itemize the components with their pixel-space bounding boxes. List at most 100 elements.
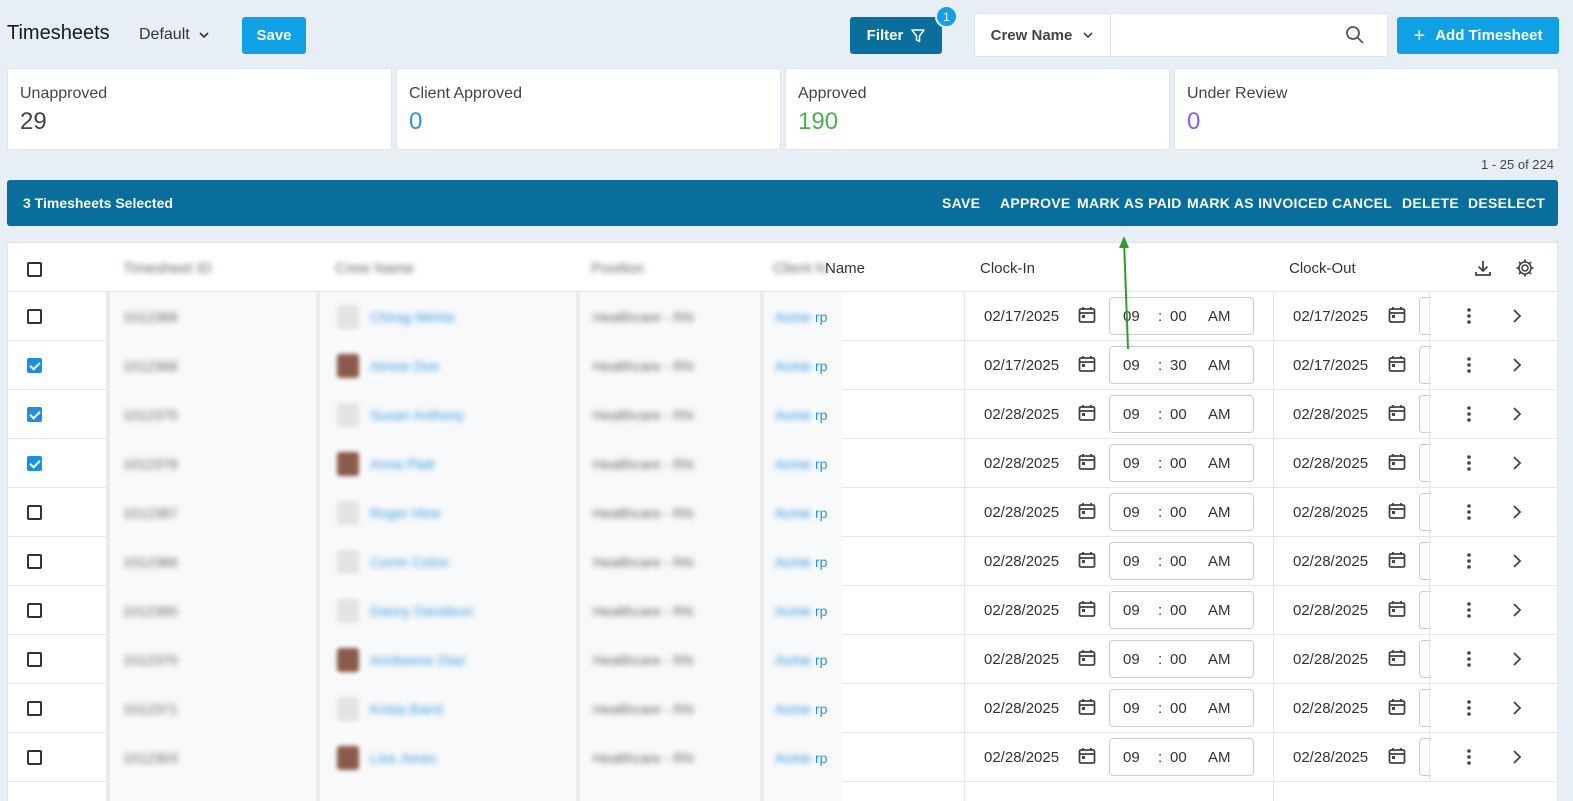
hour-field[interactable]: 09 [1123, 406, 1140, 423]
ampm-field[interactable]: AM [1208, 357, 1231, 374]
chevron-right-icon[interactable] [1507, 600, 1527, 620]
more-actions-icon[interactable] [1459, 649, 1479, 669]
row-checkbox[interactable] [27, 750, 42, 765]
clock-out-date[interactable]: 02/28/2025 [1293, 406, 1368, 423]
timesheet-id[interactable]: 1012387 [123, 505, 178, 521]
table-row[interactable]: 1012378 Anna Platt Healthcare - RN Acme … [8, 439, 1557, 488]
clock-in-date[interactable]: 02/28/2025 [984, 455, 1059, 472]
ampm-field[interactable]: AM [1208, 749, 1231, 766]
client-name-link[interactable]: Acme Corprp [775, 358, 827, 374]
chevron-right-icon[interactable] [1507, 453, 1527, 473]
clock-in-date[interactable]: 02/28/2025 [984, 553, 1059, 570]
chevron-right-icon[interactable] [1507, 355, 1527, 375]
timesheet-id[interactable]: 1012368 [123, 309, 178, 325]
row-checkbox[interactable] [27, 505, 42, 520]
mark-as-invoiced-button[interactable]: MARK AS INVOICED [1187, 195, 1328, 211]
client-name-link[interactable]: Acme Corprp [775, 309, 827, 325]
column-header-client-name[interactable]: Client NameName [773, 260, 865, 277]
clock-in-time-input[interactable]: 09 : 00 AM [1109, 591, 1254, 629]
minute-field[interactable]: 00 [1170, 553, 1187, 570]
cancel-button[interactable]: CANCEL [1332, 195, 1392, 211]
stat-card-approved[interactable]: Approved 190 [785, 68, 1170, 150]
minute-field[interactable]: 00 [1170, 406, 1187, 423]
calendar-icon[interactable] [1387, 648, 1407, 668]
row-checkbox[interactable] [27, 652, 42, 667]
clock-in-date[interactable]: 02/17/2025 [984, 357, 1059, 374]
delete-button[interactable]: DELETE [1402, 195, 1459, 211]
client-name-link[interactable]: Acme Corprp [775, 554, 827, 570]
more-actions-icon[interactable] [1459, 747, 1479, 767]
search-field-select[interactable]: Crew Name [975, 14, 1111, 56]
calendar-icon[interactable] [1077, 599, 1097, 619]
chevron-right-icon[interactable] [1507, 747, 1527, 767]
ampm-field[interactable]: AM [1208, 455, 1231, 472]
clock-out-date[interactable]: 02/17/2025 [1293, 357, 1368, 374]
table-row[interactable]: 1012380 Danny Davidson Healthcare - RN A… [8, 586, 1557, 635]
ampm-field[interactable]: AM [1208, 651, 1231, 668]
client-name-link[interactable]: Acme Corprp [775, 456, 827, 472]
calendar-icon[interactable] [1387, 746, 1407, 766]
table-row[interactable]: 1012368 Aimee Doe Healthcare - RN Acme C… [8, 341, 1557, 390]
row-checkbox[interactable] [27, 456, 42, 471]
timesheet-id[interactable]: 1012371 [123, 701, 178, 717]
clock-in-time-input[interactable]: 09 : 00 AM [1109, 738, 1254, 776]
clock-in-date[interactable]: 02/28/2025 [984, 504, 1059, 521]
clock-in-time-input[interactable]: 09 : 30 AM [1109, 346, 1254, 384]
calendar-icon[interactable] [1077, 746, 1097, 766]
search-input[interactable] [1113, 15, 1343, 55]
table-row[interactable]: 1012371 Krista Baird Healthcare - RN Acm… [8, 684, 1557, 733]
crew-name-link[interactable]: Lisa Jones [370, 750, 437, 766]
calendar-icon[interactable] [1077, 403, 1097, 423]
minute-field[interactable]: 00 [1170, 504, 1187, 521]
row-checkbox[interactable] [27, 309, 42, 324]
chevron-right-icon[interactable] [1507, 551, 1527, 571]
more-actions-icon[interactable] [1459, 698, 1479, 718]
clock-in-date[interactable]: 02/28/2025 [984, 406, 1059, 423]
row-checkbox[interactable] [27, 407, 42, 422]
calendar-icon[interactable] [1387, 501, 1407, 521]
calendar-icon[interactable] [1077, 648, 1097, 668]
table-row[interactable]: 1012388 Corrin Colon Healthcare - RN Acm… [8, 537, 1557, 586]
crew-name-link[interactable]: Susan Anthony [370, 407, 464, 423]
view-dropdown[interactable]: Default [139, 26, 210, 44]
crew-name-link[interactable]: Annbeene Diaz [370, 652, 466, 668]
clock-out-date[interactable]: 02/17/2025 [1293, 308, 1368, 325]
table-row[interactable] [8, 782, 1557, 801]
hour-field[interactable]: 09 [1123, 308, 1140, 325]
calendar-icon[interactable] [1387, 403, 1407, 423]
calendar-icon[interactable] [1077, 305, 1097, 325]
calendar-icon[interactable] [1077, 452, 1097, 472]
hour-field[interactable]: 09 [1123, 553, 1140, 570]
select-all-checkbox[interactable] [27, 262, 42, 277]
row-checkbox[interactable] [27, 701, 42, 716]
calendar-icon[interactable] [1387, 550, 1407, 570]
chevron-right-icon[interactable] [1507, 649, 1527, 669]
clock-in-time-input[interactable]: 09 : 00 AM [1109, 689, 1254, 727]
minute-field[interactable]: 00 [1170, 700, 1187, 717]
hour-field[interactable]: 09 [1123, 455, 1140, 472]
more-actions-icon[interactable] [1459, 502, 1479, 522]
ampm-field[interactable]: AM [1208, 602, 1231, 619]
more-actions-icon[interactable] [1459, 551, 1479, 571]
calendar-icon[interactable] [1387, 305, 1407, 325]
crew-name-link[interactable]: Corrin Colon [370, 554, 449, 570]
more-actions-icon[interactable] [1459, 355, 1479, 375]
timesheet-id[interactable]: 1012375 [123, 407, 178, 423]
stat-card-unapproved[interactable]: Unapproved 29 [7, 68, 392, 150]
save-selected-button[interactable]: SAVE [942, 195, 980, 211]
more-actions-icon[interactable] [1459, 404, 1479, 424]
minute-field[interactable]: 00 [1170, 602, 1187, 619]
filter-button[interactable]: Filter [850, 17, 942, 54]
clock-in-date[interactable]: 02/28/2025 [984, 602, 1059, 619]
calendar-icon[interactable] [1387, 697, 1407, 717]
timesheet-id[interactable]: 1012388 [123, 554, 178, 570]
clock-out-date[interactable]: 02/28/2025 [1293, 602, 1368, 619]
clock-in-time-input[interactable]: 09 : 00 AM [1109, 640, 1254, 678]
column-header-clock-out[interactable]: Clock-Out [1289, 260, 1356, 277]
calendar-icon[interactable] [1387, 452, 1407, 472]
hour-field[interactable]: 09 [1123, 602, 1140, 619]
client-name-link[interactable]: Acme Corprp [775, 505, 827, 521]
clock-in-time-input[interactable]: 09 : 00 AM [1109, 444, 1254, 482]
clock-in-time-input[interactable]: 09 : 00 AM [1109, 542, 1254, 580]
ampm-field[interactable]: AM [1208, 406, 1231, 423]
